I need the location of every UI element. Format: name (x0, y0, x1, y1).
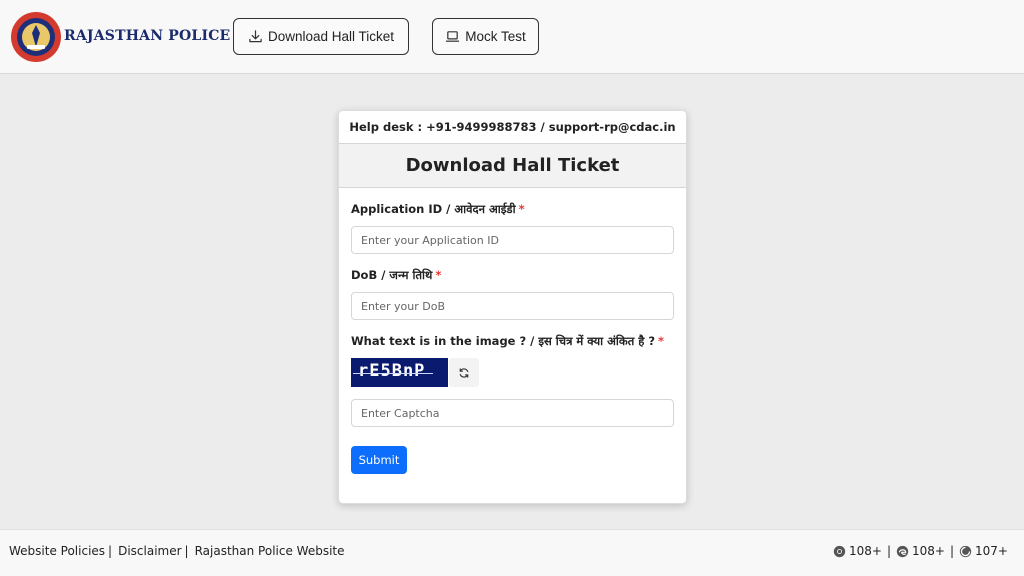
refresh-captcha-button[interactable] (449, 358, 479, 387)
nav-download-hall-ticket-button[interactable]: Download Hall Ticket (233, 18, 409, 55)
form-title: Download Hall Ticket (339, 143, 686, 188)
application-id-input[interactable] (351, 226, 674, 254)
firefox-icon (959, 545, 972, 557)
edge-icon (896, 545, 909, 557)
footer-separator: | (108, 544, 113, 558)
browser-separator: | (949, 544, 955, 558)
download-icon (249, 30, 262, 43)
laptop-icon (446, 31, 460, 42)
hall-ticket-form-card: Help desk : +91-9499988783 / support-rp@… (338, 110, 687, 504)
required-marker: * (518, 202, 525, 216)
nav-download-label: Download Hall Ticket (267, 29, 395, 44)
dob-label: DoB / जन्म तिथि * (351, 268, 442, 282)
browser-separator: | (886, 544, 892, 558)
disclaimer-link[interactable]: Disclaimer (118, 544, 181, 558)
required-marker: * (658, 334, 665, 348)
top-navbar: RAJASTHAN POLICE Download Hall Ticket Mo… (0, 0, 1024, 74)
chrome-version: 108+ (849, 544, 882, 558)
helpdesk-info: Help desk : +91-9499988783 / support-rp@… (339, 111, 686, 143)
nav-mock-test-button[interactable]: Mock Test (432, 18, 539, 55)
supported-browsers: 108+ | 108+ | 107+ (833, 544, 1008, 558)
footer: Website Policies | Disclaimer | Rajastha… (0, 529, 1024, 576)
nav-mock-label: Mock Test (465, 29, 526, 44)
submit-button[interactable]: Submit (351, 446, 407, 474)
firefox-version: 107+ (975, 544, 1008, 558)
required-marker: * (435, 268, 442, 282)
captcha-noise-line (353, 373, 433, 374)
footer-separator: | (184, 544, 189, 558)
rajasthan-police-website-link[interactable]: Rajasthan Police Website (195, 544, 345, 558)
chrome-icon (833, 545, 846, 557)
rajasthan-police-logo[interactable] (10, 11, 62, 63)
website-policies-link[interactable]: Website Policies (9, 544, 105, 558)
edge-version: 108+ (912, 544, 945, 558)
brand-name: RAJASTHAN POLICE (64, 28, 231, 44)
captcha-label: What text is in the image ? / इस चित्र म… (351, 334, 665, 348)
dob-input[interactable] (351, 292, 674, 320)
refresh-icon (459, 367, 469, 378)
captcha-image: rE5BnP (351, 358, 448, 387)
captcha-input[interactable] (351, 399, 674, 427)
footer-links: Website Policies | Disclaimer | Rajastha… (9, 544, 345, 558)
application-id-label: Application ID / आवेदन आईडी * (351, 202, 525, 216)
captcha-image-text: rE5BnP (358, 361, 426, 381)
